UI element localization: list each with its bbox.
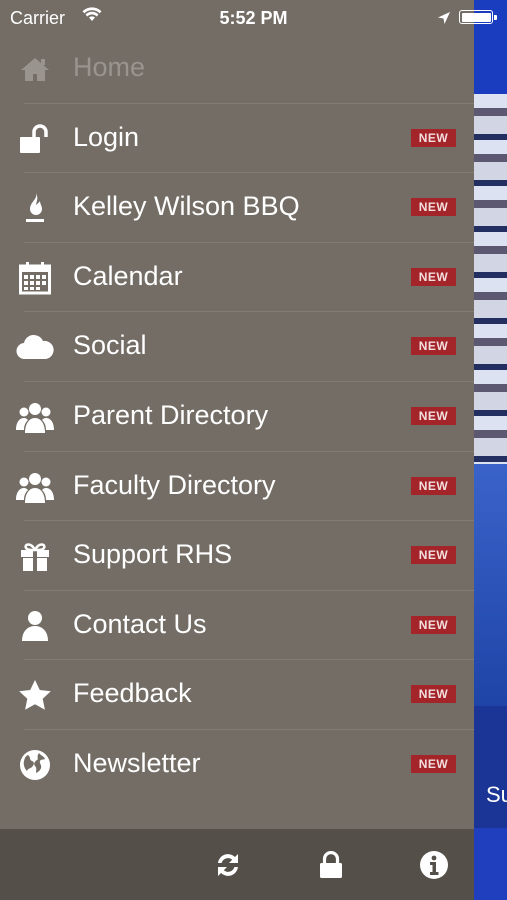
new-badge: NEW	[411, 476, 456, 495]
menu-item-label: Calendar	[73, 260, 183, 291]
menu-item-label: Parent Directory	[73, 399, 269, 430]
new-badge: NEW	[411, 754, 456, 773]
drawer-footer	[0, 829, 474, 900]
menu-item-home[interactable]: Home	[0, 34, 474, 104]
new-badge: NEW	[411, 267, 456, 286]
group-icon	[16, 399, 54, 435]
new-badge: NEW	[411, 685, 456, 704]
menu-item-kelley-wilson-bbq[interactable]: Kelley Wilson BBQ NEW	[0, 173, 474, 243]
battery-icon	[459, 10, 493, 24]
menu-item-contact-us[interactable]: Contact Us NEW	[0, 591, 474, 661]
refresh-icon[interactable]	[212, 849, 244, 881]
background-panel-dark	[474, 706, 507, 828]
menu-item-parent-directory[interactable]: Parent Directory NEW	[0, 382, 474, 452]
gift-icon	[16, 538, 54, 574]
new-badge: NEW	[411, 337, 456, 356]
lock-icon[interactable]	[315, 849, 347, 881]
menu-item-social[interactable]: Social NEW	[0, 312, 474, 382]
menu-item-label: Social	[73, 330, 147, 361]
info-icon[interactable]	[418, 849, 450, 881]
menu-item-label: Login	[73, 121, 140, 152]
group-icon	[16, 469, 54, 505]
menu-item-newsletter[interactable]: Newsletter NEW	[0, 730, 474, 800]
background-partial-text: Su	[486, 782, 507, 807]
home-icon	[16, 51, 54, 87]
flame-icon	[16, 190, 54, 226]
location-arrow-icon	[437, 9, 451, 30]
globe-icon	[16, 747, 54, 783]
menu-item-label: Feedback	[73, 678, 192, 709]
cloud-icon	[16, 329, 54, 365]
menu-item-faculty-directory[interactable]: Faculty Directory NEW	[0, 452, 474, 522]
status-bar: Carrier 5:52 PM	[0, 0, 507, 36]
menu-item-label: Kelley Wilson BBQ	[73, 191, 300, 222]
new-badge: NEW	[411, 128, 456, 147]
calendar-icon	[16, 260, 54, 296]
menu-item-support-rhs[interactable]: Support RHS NEW	[0, 521, 474, 591]
battery-nub	[494, 15, 497, 20]
unlock-icon	[16, 121, 54, 157]
person-icon	[16, 608, 54, 644]
new-badge: NEW	[411, 615, 456, 634]
menu-item-login[interactable]: Login NEW	[0, 104, 474, 174]
menu-item-label: Faculty Directory	[73, 469, 276, 500]
menu-item-label: Support RHS	[73, 539, 233, 570]
clock: 5:52 PM	[219, 8, 288, 28]
menu-item-label: Home	[73, 52, 146, 82]
background-footer	[474, 828, 507, 900]
menu-item-label: Contact Us	[73, 608, 207, 639]
menu-item-calendar[interactable]: Calendar NEW	[0, 243, 474, 313]
background-panel	[474, 464, 507, 706]
side-drawer: Home Login NEW Kelley Wilson BBQ NEW Cal…	[0, 0, 474, 900]
new-badge: NEW	[411, 406, 456, 425]
menu-item-label: Newsletter	[73, 747, 201, 778]
background-photo	[474, 94, 507, 464]
menu-item-feedback[interactable]: Feedback NEW	[0, 660, 474, 730]
background-app-content: Su	[474, 0, 507, 900]
new-badge: NEW	[411, 546, 456, 565]
new-badge: NEW	[411, 198, 456, 217]
drawer-menu: Home Login NEW Kelley Wilson BBQ NEW Cal…	[0, 34, 474, 800]
star-icon	[16, 677, 54, 713]
